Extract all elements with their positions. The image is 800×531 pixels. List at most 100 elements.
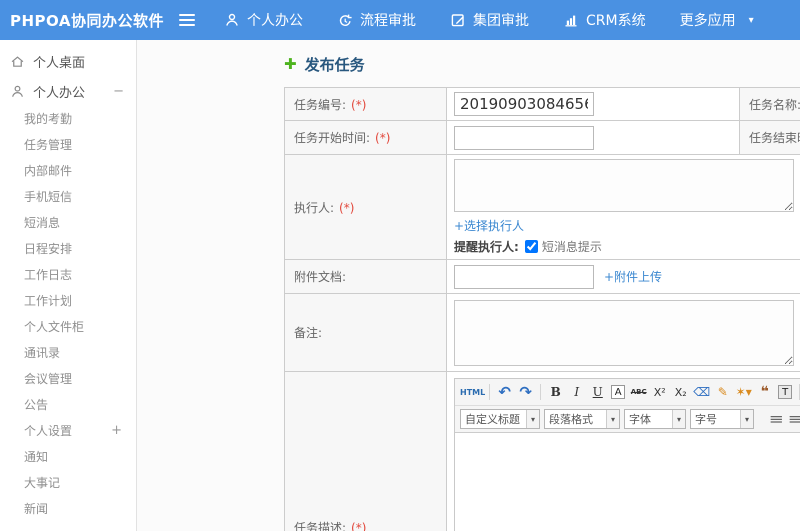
sidebar-item-label: 个人文件柜	[24, 320, 85, 334]
choose-executor-link[interactable]: +选择执行人	[454, 219, 524, 233]
chevron-down-icon	[606, 410, 619, 428]
quick-style-button[interactable]: ✶▾	[733, 382, 754, 403]
sidebar-item-label: 我的考勤	[24, 112, 73, 126]
start-time-input[interactable]	[454, 125, 594, 150]
end-time-label: 任务结束时间:	[749, 131, 800, 145]
chevron-down-icon	[740, 410, 753, 428]
align-center-button[interactable]: ≡	[787, 410, 800, 428]
font-size-select[interactable]: 字号	[690, 409, 754, 429]
editor-dropdowns: 自定义标题 段落格式	[460, 409, 754, 429]
subscript-button[interactable]: X₂	[670, 382, 691, 403]
app-logo[interactable]: PHPOA协同办公软件	[0, 10, 172, 31]
sidebar-item-personal-settings[interactable]: 个人设置 +	[0, 418, 136, 444]
source-code-button[interactable]: HTML	[460, 382, 485, 403]
underline-button[interactable]: U	[587, 382, 608, 403]
attachment-label: 附件文档:	[294, 270, 347, 284]
attachment-input[interactable]	[454, 264, 594, 289]
required-mark: (*)	[375, 131, 391, 145]
nav-item-label: CRM系统	[586, 13, 646, 29]
sidebar-item-label: 内部邮件	[24, 164, 73, 178]
sidebar-item-label: 短消息	[24, 216, 61, 230]
main-content: 发布任务 任务编号: (*) 任务名称: (*)	[137, 40, 800, 531]
sidebar-item-notice[interactable]: 通知	[0, 444, 136, 470]
editor-content-area[interactable]	[455, 433, 800, 531]
sidebar-item-label: 个人办公	[33, 85, 86, 101]
sidebar-item-news[interactable]: 新闻	[0, 496, 136, 522]
sidebar-item-announcement[interactable]: 公告	[0, 392, 136, 418]
nav-item-label: 集团审批	[473, 13, 529, 29]
undo-button[interactable]: ↶	[494, 382, 515, 403]
sidebar-item-big-events[interactable]: 大事记	[0, 470, 136, 496]
sidebar-item-personal-office[interactable]: 个人办公 −	[0, 76, 136, 106]
collapse-icon[interactable]: −	[113, 84, 124, 99]
nav-item-personal-office[interactable]: 个人办公	[224, 10, 303, 30]
executor-textarea[interactable]	[454, 159, 794, 212]
nav-item-crm-system[interactable]: CRM系统	[563, 10, 646, 30]
sidebar-item-label: 手机短信	[24, 190, 73, 204]
executor-label: 执行人:	[294, 200, 335, 215]
font-family-select[interactable]: 字体	[624, 409, 686, 429]
form-row-task-time: 任务开始时间:(*) 任务结束时间:(*)	[284, 120, 800, 155]
dropdown-label: 自定义标题	[465, 413, 520, 426]
sidebar-item-meeting-management[interactable]: 会议管理	[0, 366, 136, 392]
sidebar-item-contacts[interactable]: 通讯录	[0, 340, 136, 366]
blockquote-button[interactable]: ❝	[754, 382, 775, 403]
redo-button[interactable]: ↷	[515, 382, 536, 403]
sidebar-item-personal-files[interactable]: 个人文件柜	[0, 314, 136, 340]
sidebar-item-label: 公告	[24, 398, 49, 412]
top-navbar: PHPOA协同办公软件 个人办公 流程审批 集团审批 CRM系统 更多应用 ▾	[0, 0, 800, 40]
sidebar-item-label: 新闻	[24, 502, 49, 516]
start-time-label: 任务开始时间:	[294, 131, 371, 145]
page-title-text: 发布任务	[304, 55, 365, 74]
sidebar-item-task-management[interactable]: 任务管理	[0, 132, 136, 158]
paragraph-format-select[interactable]: 段落格式	[544, 409, 620, 429]
nav-item-group-approval[interactable]: 集团审批	[450, 10, 529, 30]
menu-toggle-button[interactable]	[172, 13, 202, 26]
form-row-attachment: 附件文档: +附件上传	[284, 259, 800, 294]
rich-text-editor: HTML ↶ ↷ B I U A ABC X² X₂ ⌫ ✎ ✶▾ ❝ T 自定…	[454, 378, 800, 531]
sms-remind-checkbox[interactable]	[524, 240, 538, 253]
nav-item-label: 流程审批	[360, 13, 416, 29]
format-brush-button[interactable]: ✎	[712, 382, 733, 403]
editor-toolbar-row1: HTML ↶ ↷ B I U A ABC X² X₂ ⌫ ✎ ✶▾ ❝ T	[455, 379, 800, 406]
editor-align-group: ≡ ≡ ≡ ≡	[758, 410, 800, 428]
user-icon	[226, 13, 238, 26]
sidebar-item-mobile-sms[interactable]: 手机短信	[0, 184, 136, 210]
page-layout: 个人桌面 个人办公 − 我的考勤 任务管理 内部邮件 手机短信 短消息 日程安排…	[0, 40, 800, 531]
sidebar-item-work-plan[interactable]: 工作计划	[0, 288, 136, 314]
italic-button[interactable]: I	[566, 382, 587, 403]
font-style-button[interactable]: A	[611, 385, 626, 399]
dropdown-label: 段落格式	[549, 413, 593, 426]
align-left-button[interactable]: ≡	[769, 410, 784, 428]
sidebar-item-label: 通讯录	[24, 346, 61, 360]
sidebar-item-label: 日程安排	[24, 242, 73, 256]
hamburger-icon	[179, 13, 195, 17]
task-number-input[interactable]	[454, 92, 594, 116]
sidebar-item-label: 会议管理	[24, 372, 73, 386]
sidebar-item-my-attendance[interactable]: 我的考勤	[0, 106, 136, 132]
sidebar-item-short-message[interactable]: 短消息	[0, 210, 136, 236]
remove-format-button[interactable]: ⌫	[691, 382, 712, 403]
nav-item-more-apps[interactable]: 更多应用	[680, 10, 754, 30]
page-title: 发布任务	[284, 51, 800, 77]
bold-button[interactable]: B	[545, 382, 566, 403]
expand-icon[interactable]: +	[111, 418, 122, 444]
attachment-upload-link[interactable]: +附件上传	[604, 268, 662, 285]
strikethrough-button[interactable]: ABC	[628, 382, 649, 403]
sidebar-item-label: 任务管理	[24, 138, 73, 152]
sms-remind-label: 短消息提示	[541, 240, 602, 254]
sidebar-item-personal-desktop[interactable]: 个人桌面	[0, 46, 136, 76]
form-row-description: 任务描述: (*) HTML ↶ ↷ B I U A ABC X² X₂ ⌫ ✎…	[284, 371, 800, 531]
sidebar-item-work-log[interactable]: 工作日志	[0, 262, 136, 288]
form-row-remark: 备注:	[284, 293, 800, 372]
custom-title-select[interactable]: 自定义标题	[460, 409, 540, 429]
nav-item-workflow-approval[interactable]: 流程审批	[337, 10, 416, 30]
required-mark: (*)	[351, 97, 367, 112]
sidebar-item-schedule[interactable]: 日程安排	[0, 236, 136, 262]
sidebar-submenu: 我的考勤 任务管理 内部邮件 手机短信 短消息 日程安排 工作日志 工作计划 个…	[0, 106, 136, 522]
sidebar-item-internal-mail[interactable]: 内部邮件	[0, 158, 136, 184]
paste-plain-button[interactable]: T	[778, 385, 793, 399]
dropdown-label: 字号	[695, 413, 717, 426]
remark-textarea[interactable]	[454, 299, 794, 366]
superscript-button[interactable]: X²	[649, 382, 670, 403]
